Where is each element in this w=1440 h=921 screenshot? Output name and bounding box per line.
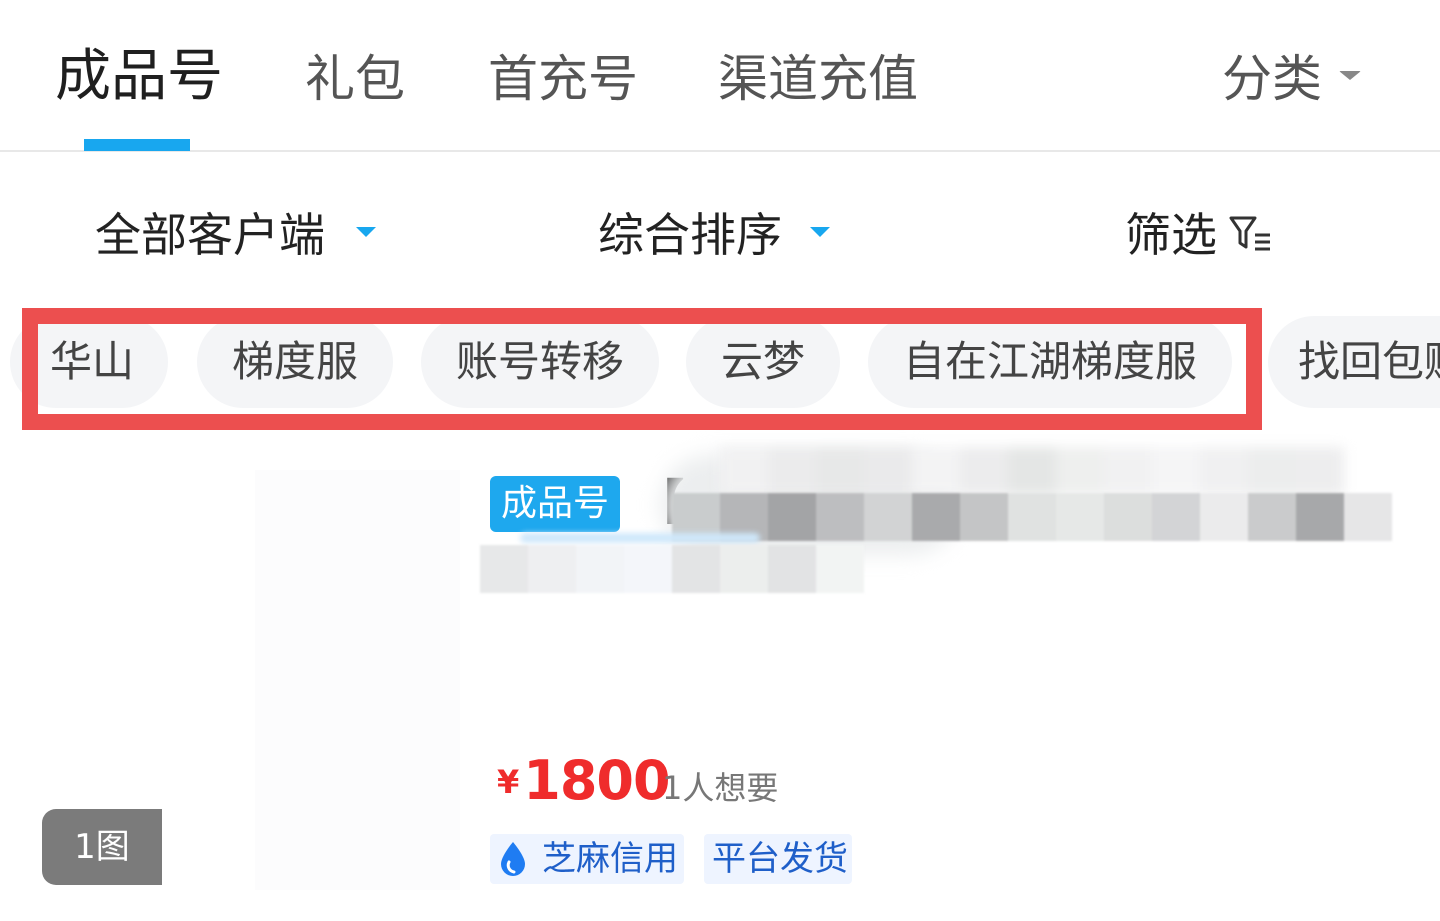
category-dropdown[interactable]: 分类 [1222,44,1322,114]
tab-channel-recharge[interactable]: 渠道充值 [718,44,918,114]
chip-account-transfer[interactable]: 账号转移 [421,316,659,408]
caret-down-icon [356,227,376,237]
currency-symbol: ¥ [497,763,520,801]
redacted-subtitle-blur [480,545,864,593]
redacted-title-blur [520,533,760,543]
chip-tier-server[interactable]: 梯度服 [197,316,393,408]
redacted-title-blur [720,447,1344,495]
caret-down-icon [810,227,830,237]
chip-huashan[interactable]: 华山 [10,316,168,408]
tab-first-recharge[interactable]: 首充号 [488,44,638,114]
filter-button[interactable]: 筛选 [1125,203,1217,267]
tag-chip-row: 华山 梯度服 账号转移 云梦 自在江湖梯度服 找回包赔 [0,310,1440,420]
chip-recovery-guarantee[interactable]: 找回包赔 [1268,316,1440,408]
tab-finished-account[interactable]: 成品号 [55,42,223,112]
image-count-badge: 1图 [42,809,162,885]
top-tab-bar: 成品号 礼包 首充号 渠道充值 分类 [0,0,1440,152]
listing-type-badge: 成品号 [490,476,620,532]
listing-price: ¥1800 [497,748,671,814]
client-filter-dropdown[interactable]: 全部客户端 [95,203,325,267]
chip-zizai-tier-server[interactable]: 自在江湖梯度服 [868,316,1232,408]
caret-down-icon [1339,71,1361,80]
tab-gift-pack[interactable]: 礼包 [305,44,405,114]
want-count: 1人想要 [662,769,779,807]
sort-dropdown[interactable]: 综合排序 [598,203,782,267]
filter-icon [1229,216,1270,251]
tag-platform-delivery: 平台发货 [704,834,852,884]
listing-thumbnail[interactable] [255,470,460,890]
redacted-title-blur [672,493,1392,541]
chip-yunmeng[interactable]: 云梦 [686,316,840,408]
active-tab-indicator [84,139,190,151]
price-amount: 1800 [523,749,670,812]
sesame-credit-icon [501,842,525,876]
